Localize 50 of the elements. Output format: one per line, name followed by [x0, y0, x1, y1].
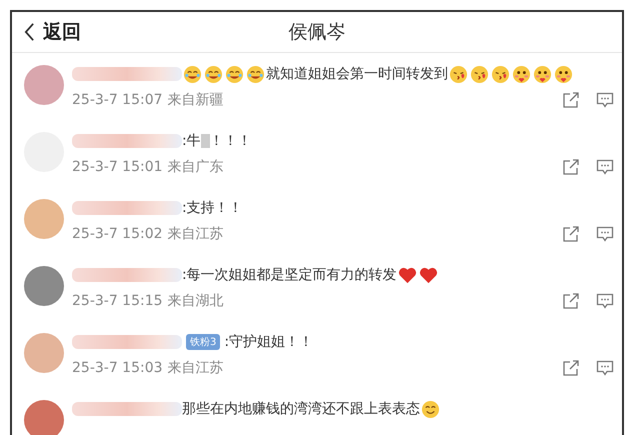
comment-text: ！！！	[210, 132, 252, 150]
share-icon[interactable]	[562, 292, 580, 310]
comment-location: 来自江苏	[168, 225, 224, 243]
avatar[interactable]	[24, 333, 64, 373]
comment-location: 来自江苏	[168, 359, 224, 377]
page-title: 侯佩岑	[288, 20, 346, 45]
laugh-emoji-icon	[225, 64, 244, 84]
heart-icon	[398, 266, 417, 284]
back-button[interactable]: 返回	[24, 19, 144, 45]
comment-icon[interactable]	[596, 225, 614, 243]
share-icon[interactable]	[562, 225, 580, 243]
smile-emoji-icon	[421, 400, 440, 418]
heart-icon	[418, 266, 438, 284]
kiss-emoji-icon	[470, 64, 489, 84]
love-emoji-icon	[554, 64, 573, 84]
avatar[interactable]	[24, 400, 64, 435]
avatar[interactable]	[24, 65, 64, 105]
comment-icon[interactable]	[596, 158, 614, 176]
comment-text: :守护姐姐！！	[224, 333, 314, 351]
comment-text: 就知道姐姐会第一时间转发到	[266, 65, 448, 83]
comment-location: 来自湖北	[168, 292, 224, 310]
avatar[interactable]	[24, 199, 64, 239]
laugh-emoji-icon	[183, 64, 202, 84]
back-chevron-icon[interactable]	[24, 22, 35, 42]
comment-location: 来自广东	[168, 158, 224, 176]
laugh-emoji-icon	[246, 64, 265, 84]
love-emoji-icon	[512, 64, 531, 84]
laugh-emoji-icon	[204, 64, 223, 84]
comment-text: :每一次姐姐都是坚定而有力的转发	[182, 266, 397, 284]
comment-time: 25-3-7 15:15	[72, 293, 163, 309]
comment-location: 来自新疆	[168, 91, 224, 109]
comment-text: :牛	[182, 132, 201, 150]
kiss-emoji-icon	[449, 64, 468, 84]
comment-icon[interactable]	[596, 359, 614, 377]
share-icon[interactable]	[562, 158, 580, 176]
comment-icon[interactable]	[596, 292, 614, 310]
blurred-character	[200, 134, 210, 148]
share-icon[interactable]	[562, 359, 580, 377]
comment-time: 25-3-7 15:01	[72, 159, 163, 175]
comment-text: 那些在内地赚钱的湾湾还不跟上表表态	[182, 400, 420, 418]
avatar[interactable]	[24, 266, 64, 306]
kiss-emoji-icon	[491, 64, 510, 84]
comment-icon[interactable]	[596, 91, 614, 109]
fan-badge: 铁粉3	[186, 334, 220, 350]
comment-time: 25-3-7 15:02	[72, 226, 163, 242]
love-emoji-icon	[533, 64, 552, 84]
comment-time: 25-3-7 15:03	[72, 360, 163, 376]
share-icon[interactable]	[562, 91, 580, 109]
comment-time: 25-3-7 15:07	[72, 92, 163, 108]
comment-text: :支持！！	[182, 199, 243, 217]
